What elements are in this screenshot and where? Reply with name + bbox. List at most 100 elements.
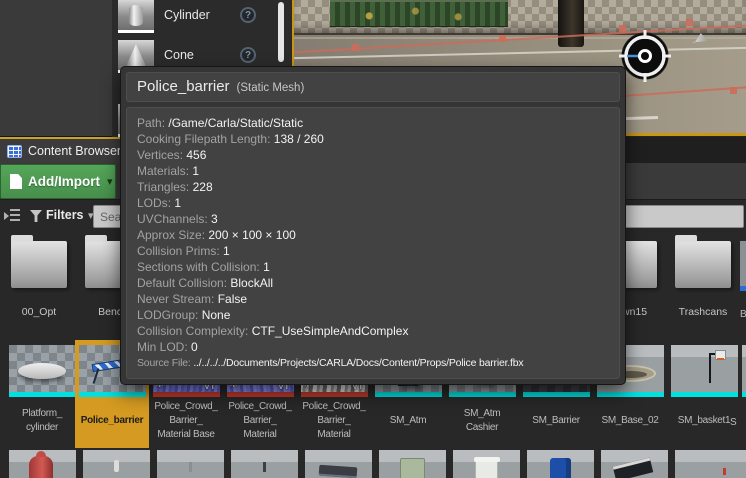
add-import-label: Add/Import: [28, 174, 100, 189]
asset-thumbnail: [739, 241, 746, 291]
list-bars: [10, 209, 20, 221]
tooltip-body: Path/Game/Carla/Static/Static Cooking Fi…: [126, 107, 620, 379]
asset-label: Platform_ cylinder: [21, 408, 63, 433]
asset-label: Police_barrier: [80, 415, 144, 426]
spline-point[interactable]: [730, 87, 737, 94]
asset-label: Police_Crowd_ Barrier_ Material Base: [154, 401, 218, 440]
tooltip-row-default-collision: Default CollisionBlockAll: [137, 275, 609, 291]
asset-type-strip: [8, 392, 76, 397]
arrow: [4, 212, 9, 220]
spline-point[interactable]: [352, 44, 359, 51]
white-box-shape: [473, 457, 500, 478]
asset-type-strip: [741, 392, 746, 397]
statuette-shape: [113, 460, 119, 472]
tooltip-row-cooking-filepath: Cooking Filepath Length138 / 260: [137, 131, 609, 147]
asset-tile[interactable]: [227, 450, 301, 478]
asset-thumbnail: [741, 345, 746, 397]
asset-type-strip: [152, 392, 220, 397]
list-scrollbar[interactable]: [278, 2, 284, 62]
asset-tile-partial-row2[interactable]: [738, 340, 746, 397]
unreal-editor-window: Cylinder ? Cone ? Content Browser Add/Im…: [0, 0, 746, 478]
park-fence: [330, 0, 508, 27]
filter-funnel-icon: [30, 210, 42, 222]
tooltip-row-collision-complexity: Collision ComplexityCTF_UseSimpleAndComp…: [137, 323, 609, 339]
help-icon[interactable]: ?: [240, 47, 256, 63]
asset-label: Police_Crowd_ Barrier_ Material: [302, 401, 366, 440]
utility-box-shape: [399, 458, 425, 478]
small-object: [722, 468, 726, 475]
folder-trashcans[interactable]: Trashcans: [668, 233, 738, 318]
folder-label: Trashcans: [678, 306, 728, 318]
add-import-button[interactable]: Add/Import ▾: [0, 164, 116, 199]
asset-type-strip: [522, 392, 590, 397]
tooltip-row-triangles: Triangles228: [137, 179, 609, 195]
hydrant-shape: [28, 451, 53, 478]
dark-object: [318, 464, 357, 478]
asset-type-strip: [78, 392, 146, 397]
spline-point[interactable]: [686, 19, 693, 26]
asset-tile-partial-row1[interactable]: B: [738, 233, 746, 320]
asset-label-partial: S: [730, 417, 737, 428]
asset-type-strip: [374, 392, 442, 397]
small-object: [188, 462, 192, 472]
folder-label: 00_Opt: [21, 306, 57, 318]
tooltip-row-approx-size: Approx Size200 × 100 × 100: [137, 227, 609, 243]
asset-thumbnail: [8, 345, 76, 397]
place-item-label: Cylinder: [164, 8, 210, 22]
tooltip-row-vertices: Vertices456: [137, 147, 609, 163]
small-object: [262, 462, 266, 472]
new-asset-icon: [10, 174, 22, 189]
asset-tile[interactable]: [671, 450, 745, 478]
folder-00-opt[interactable]: 00_Opt: [4, 233, 74, 318]
hoop-rim: [716, 358, 724, 360]
place-item-cylinder[interactable]: Cylinder ?: [112, 0, 292, 36]
asset-tile[interactable]: [597, 450, 671, 478]
tooltip-header: Police_barrier (Static Mesh): [126, 72, 620, 102]
asset-type-strip: [739, 286, 746, 291]
tooltip-row-min-lod: Min LOD0: [137, 339, 609, 355]
cone-icon: [126, 44, 146, 66]
filters-button[interactable]: Filters: [46, 208, 84, 222]
target-crosshair-gizmo[interactable]: [618, 29, 672, 83]
asset-type-strip: [226, 392, 294, 397]
asset-tile[interactable]: [153, 450, 227, 478]
tooltip-asset-type: (Static Mesh): [236, 82, 305, 94]
asset-tile-partial[interactable]: [738, 450, 746, 478]
blue-bin-shape: [549, 458, 571, 478]
spline-point[interactable]: [499, 35, 506, 42]
help-icon[interactable]: ?: [240, 7, 256, 23]
asset-tile[interactable]: [523, 450, 597, 478]
tooltip-row-lodgroup: LODGroupNone: [137, 307, 609, 323]
tooltip-row-path: Path/Game/Carla/Static/Static: [137, 115, 609, 131]
tooltip-title: Police_barrier: [137, 78, 230, 95]
folder-icon: [11, 235, 67, 288]
tooltip-row-collision-prims: Collision Prims1: [137, 243, 609, 259]
asset-tooltip: Police_barrier (Static Mesh) Path/Game/C…: [120, 66, 626, 385]
platform-shape: [17, 363, 66, 379]
pole: [558, 0, 584, 47]
asset-tile[interactable]: [301, 450, 375, 478]
asset-thumbnail: [670, 345, 738, 397]
cylinder-thumbnail: [118, 0, 154, 33]
tooltip-row-lods: LODs1: [137, 195, 609, 211]
asset-label: SM_Atm: [389, 415, 427, 426]
asset-tile[interactable]: [375, 450, 449, 478]
asset-type-strip: [448, 392, 516, 397]
asset-platform-cylinder[interactable]: Platform_ cylinder: [5, 340, 79, 443]
dark-slab-shape: [612, 457, 653, 478]
tooltip-row-source-file: Source File../../../../Documents/Project…: [137, 355, 609, 371]
tab-label: Content Browser: [28, 144, 122, 158]
sources-panel-toggle-icon[interactable]: [4, 208, 20, 222]
tooltip-row-materials: Materials1: [137, 163, 609, 179]
tooltip-row-sections-collision: Sections with Collision1: [137, 259, 609, 275]
asset-type-strip: [596, 392, 664, 397]
asset-label: SM_Base_02: [601, 415, 659, 426]
place-item-label: Cone: [164, 48, 194, 62]
asset-tile-hydrant[interactable]: [5, 450, 79, 478]
asset-label: SM_Atm Cashier: [463, 408, 501, 433]
asset-tile[interactable]: [449, 450, 523, 478]
asset-tile[interactable]: [79, 450, 153, 478]
cylinder-icon: [129, 4, 143, 26]
asset-label: Police_Crowd_ Barrier_ Material: [228, 401, 292, 440]
tooltip-row-uvchannels: UVChannels3: [137, 211, 609, 227]
